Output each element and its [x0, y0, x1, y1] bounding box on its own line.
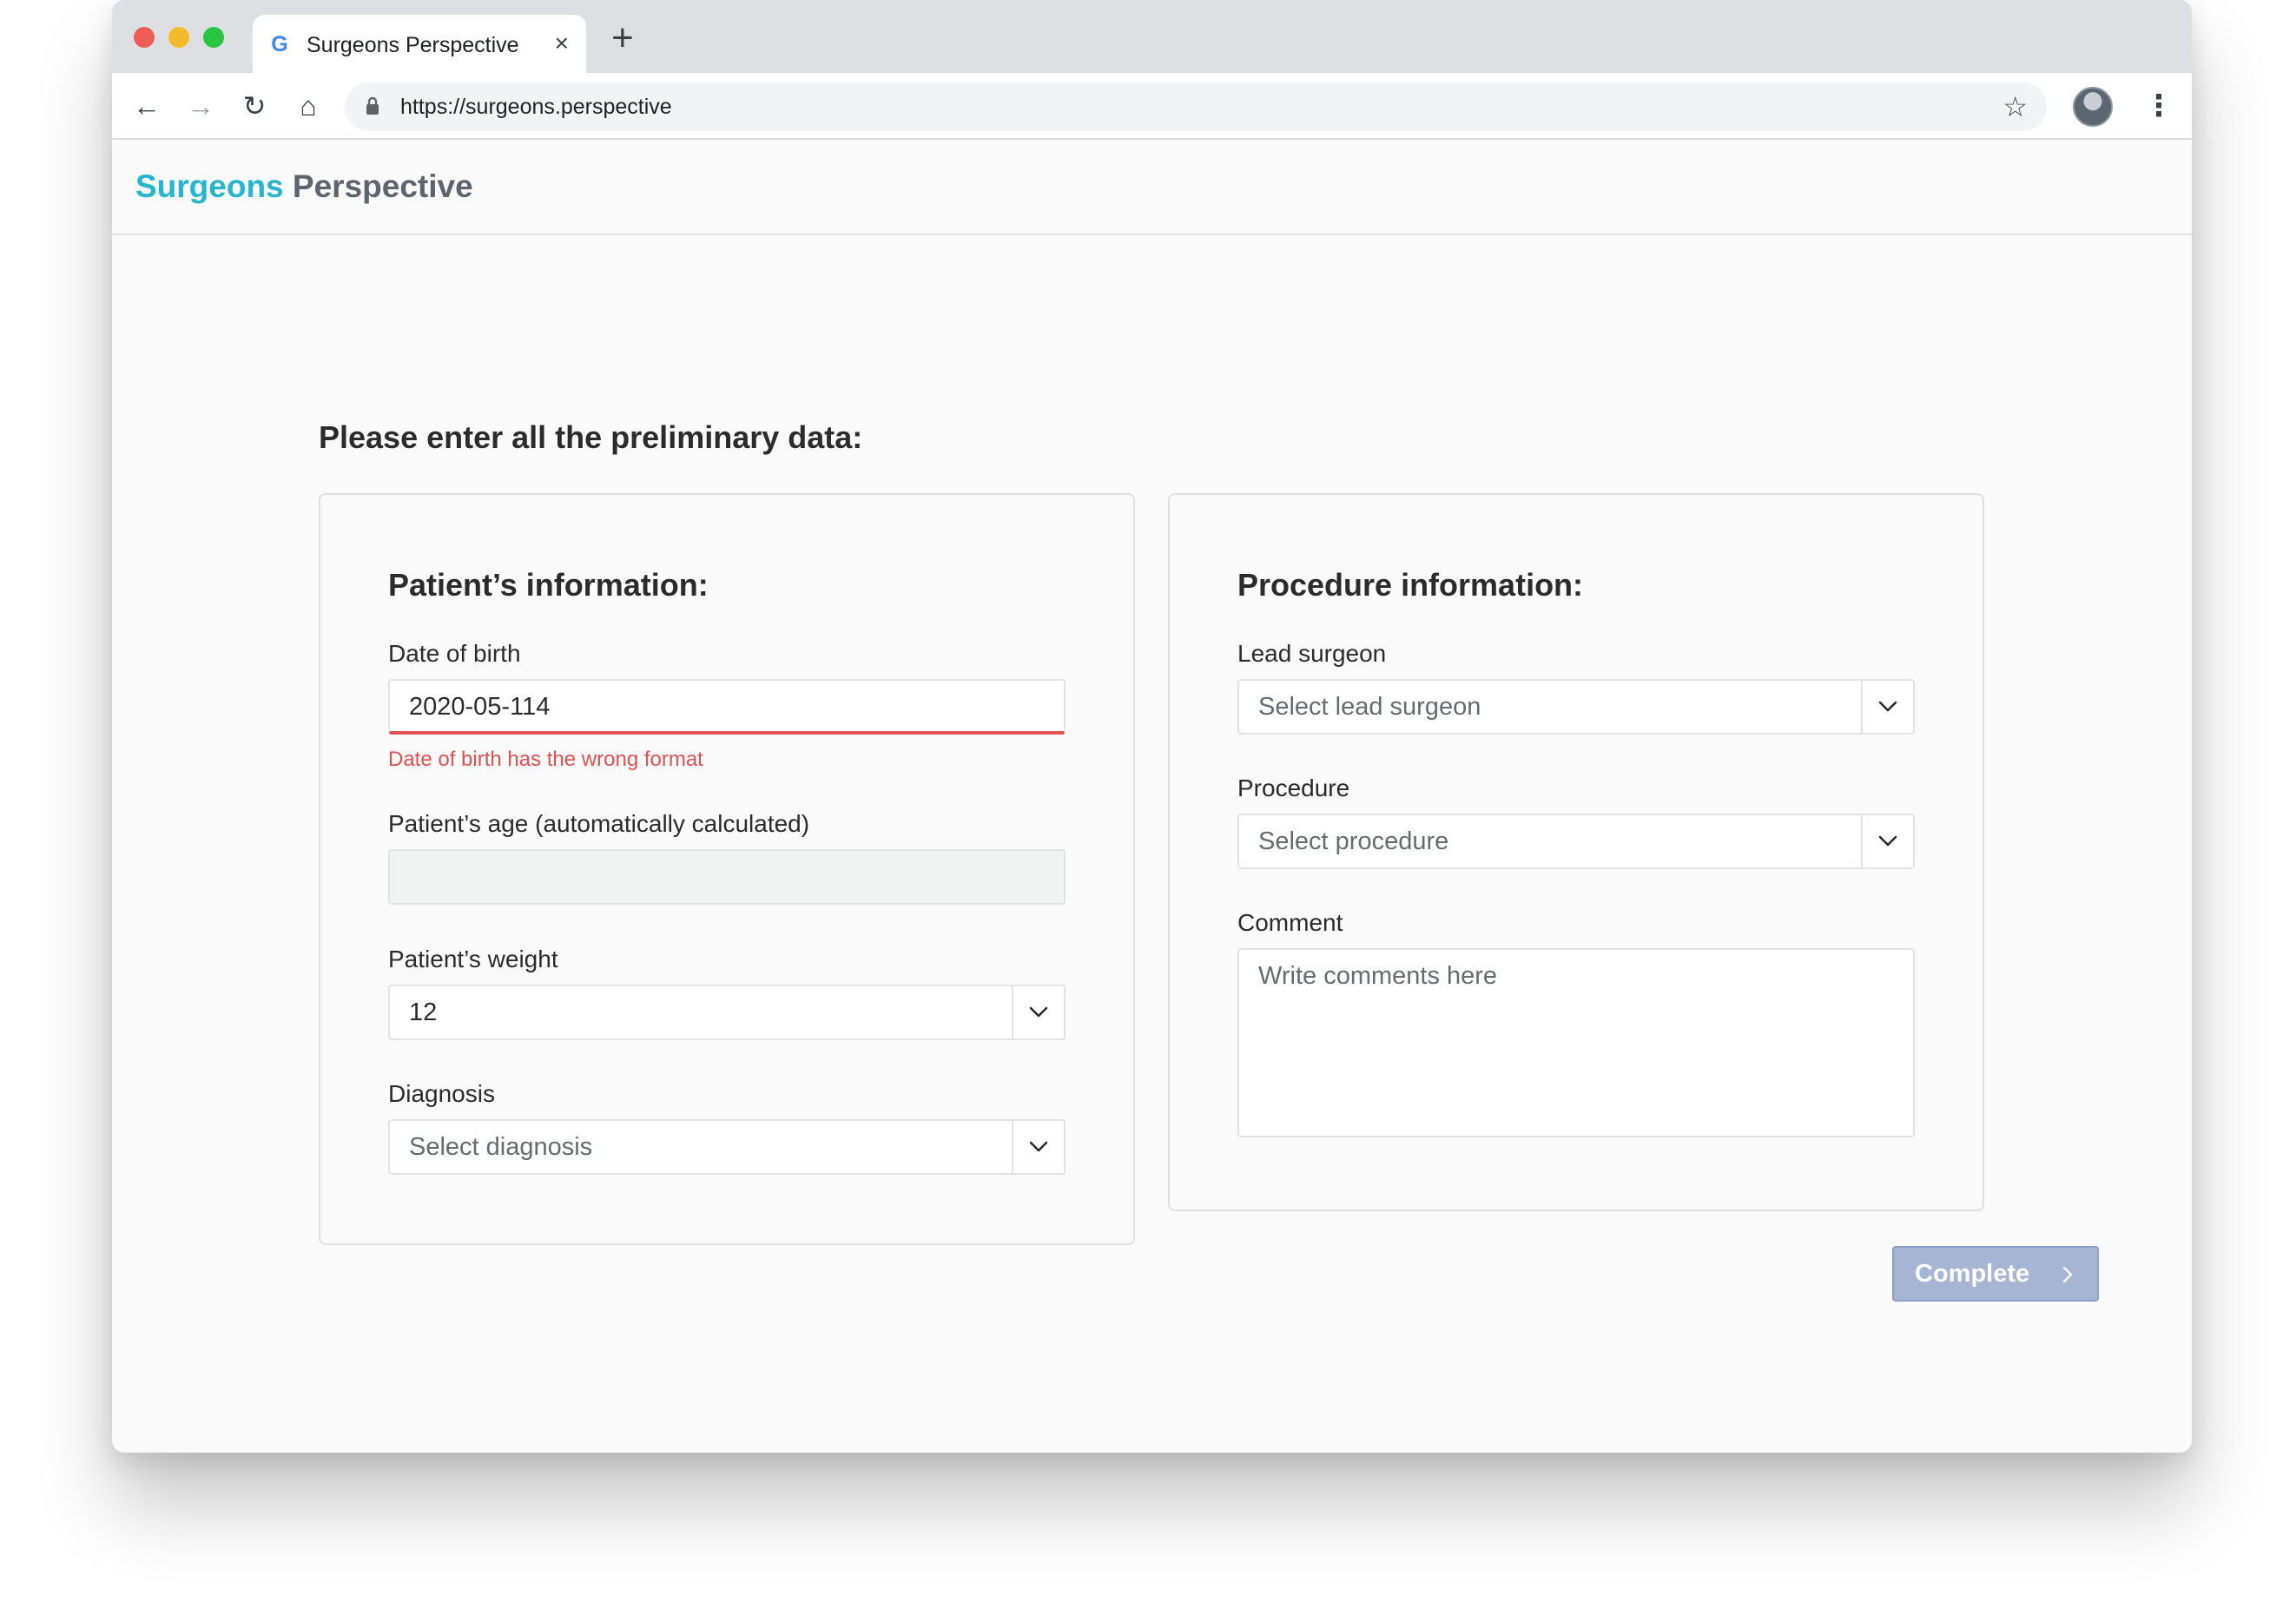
new-tab-button[interactable]: + — [611, 19, 634, 57]
lead-surgeon-placeholder: Select lead surgeon — [1258, 693, 1481, 721]
google-favicon-icon: G — [271, 32, 288, 56]
address-bar[interactable]: https://surgeons.perspective ☆ — [345, 82, 2047, 131]
complete-button-label: Complete — [1915, 1260, 2030, 1288]
select-divider — [1012, 986, 1013, 1038]
forward-arrow-icon[interactable]: → — [183, 89, 218, 123]
brand-name-part2: Perspective — [292, 168, 473, 204]
chevron-right-icon — [2062, 1266, 2073, 1283]
chevron-down-icon[interactable] — [1027, 1000, 1050, 1023]
minimize-window-button[interactable] — [168, 27, 189, 48]
select-divider — [1861, 681, 1863, 733]
patient-info-card: Patient’s information: Date of birth 202… — [319, 493, 1135, 1245]
lead-surgeon-label: Lead surgeon — [1237, 640, 1387, 667]
dob-input[interactable]: 2020-05-114 — [388, 679, 1066, 735]
procedure-label: Procedure — [1237, 775, 1350, 801]
procedure-info-title: Procedure information: — [1237, 567, 1584, 603]
comment-label: Comment — [1237, 909, 1343, 936]
browser-toolbar: ← → ↻ ⌂ https://surgeons.perspective ☆ ⋮ — [112, 73, 2192, 140]
tab-close-icon[interactable]: × — [555, 30, 569, 56]
comment-textarea[interactable]: Write comments here — [1237, 948, 1915, 1137]
app-header: Surgeons Perspective — [112, 140, 2192, 235]
diagnosis-placeholder: Select diagnosis — [409, 1133, 593, 1161]
lead-surgeon-select[interactable]: Select lead surgeon — [1237, 679, 1915, 735]
brand-name-part1: Surgeons — [135, 168, 284, 204]
dob-error-message: Date of birth has the wrong format — [388, 748, 703, 771]
select-divider — [1012, 1121, 1013, 1173]
age-input — [388, 849, 1066, 905]
comment-placeholder: Write comments here — [1258, 962, 1498, 990]
weight-label: Patient’s weight — [388, 946, 558, 972]
back-arrow-icon[interactable]: ← — [129, 89, 164, 123]
browser-titlebar: G Surgeons Perspective × + — [112, 0, 2192, 73]
profile-avatar[interactable] — [2073, 87, 2113, 127]
weight-select[interactable]: 12 — [388, 985, 1066, 1040]
lock-icon — [366, 96, 379, 115]
patient-info-title: Patient’s information: — [388, 567, 709, 603]
tab-title: Surgeons Perspective — [307, 33, 519, 57]
complete-button[interactable]: Complete — [1892, 1246, 2099, 1302]
procedure-info-card: Procedure information: Lead surgeon Sele… — [1168, 493, 1984, 1211]
close-window-button[interactable] — [134, 27, 155, 48]
home-icon[interactable]: ⌂ — [291, 89, 326, 123]
address-url[interactable]: https://surgeons.perspective — [400, 94, 672, 120]
age-label: Patient’s age (automatically calculated) — [388, 810, 810, 837]
chevron-down-icon[interactable] — [1877, 695, 1899, 717]
dob-label: Date of birth — [388, 640, 521, 667]
browser-tab[interactable]: G Surgeons Perspective × — [253, 15, 586, 73]
browser-menu-icon[interactable]: ⋮ — [2144, 89, 2174, 123]
procedure-select[interactable]: Select procedure — [1237, 814, 1915, 869]
diagnosis-label: Diagnosis — [388, 1080, 495, 1107]
weight-value: 12 — [409, 999, 438, 1026]
maximize-window-button[interactable] — [203, 27, 224, 48]
dob-value: 2020-05-114 — [409, 693, 551, 721]
diagnosis-select[interactable]: Select diagnosis — [388, 1119, 1066, 1175]
bookmark-star-icon[interactable]: ☆ — [2002, 91, 2028, 122]
browser-window: G Surgeons Perspective × + ← → ↻ ⌂ https… — [112, 0, 2192, 1453]
brand-logo[interactable]: Surgeons Perspective — [135, 168, 473, 206]
procedure-placeholder: Select procedure — [1258, 827, 1449, 855]
chevron-down-icon[interactable] — [1877, 829, 1899, 852]
reload-icon[interactable]: ↻ — [237, 89, 272, 123]
page-title: Please enter all the preliminary data: — [319, 419, 863, 455]
chevron-down-icon[interactable] — [1027, 1135, 1050, 1157]
select-divider — [1861, 815, 1863, 867]
